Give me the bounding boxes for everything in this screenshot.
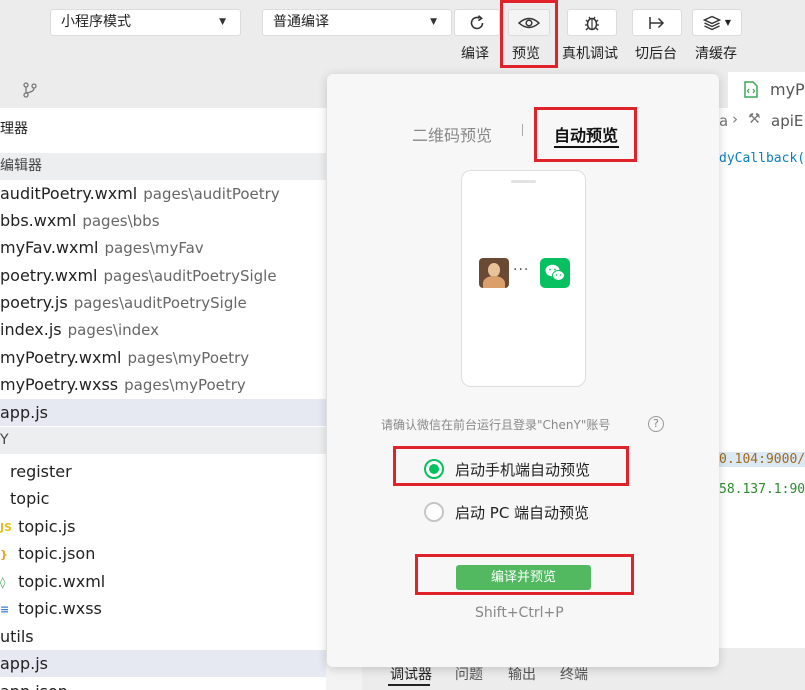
- confirm-login-text: 请确认微信在前台运行且登录"ChenY"账号: [381, 418, 611, 432]
- list-item[interactable]: myFav.wxml pages\myFav: [0, 234, 326, 261]
- code-editor[interactable]: a › ⚒ apiE dyCallback( 0.104:9000/ 58.13…: [719, 108, 805, 648]
- breadcrumb-b: apiE: [771, 112, 804, 130]
- list-item[interactable]: auditPoetry.wxml pages\auditPoetry: [0, 180, 326, 207]
- background-switch-label: 切后台: [635, 46, 677, 62]
- tree-item[interactable]: app.json: [0, 678, 326, 690]
- compile-mode-select[interactable]: 普通编译 ▼: [262, 9, 452, 36]
- chevron-right-icon: ›: [732, 110, 738, 128]
- background-switch-button[interactable]: [632, 9, 682, 36]
- refresh-icon: [470, 14, 484, 29]
- tree-item[interactable]: utils: [0, 623, 326, 650]
- tab-problems[interactable]: 问题: [455, 664, 483, 684]
- tree-item[interactable]: JS topic.js: [0, 513, 326, 540]
- git-branch-icon[interactable]: [22, 81, 38, 99]
- tree-item[interactable]: ≡ topic.wxss: [0, 595, 326, 622]
- avatar: [479, 258, 509, 288]
- compile-and-preview-button[interactable]: 编译并预览: [456, 565, 591, 590]
- open-editors-section[interactable]: 编辑器: [0, 153, 326, 180]
- tab-qr-preview[interactable]: 二维码预览: [412, 122, 492, 146]
- shortcut-hint: Shift+Ctrl+P: [475, 605, 564, 621]
- auto-preview-highlight-box: [534, 107, 637, 162]
- tab-output[interactable]: 输出: [508, 664, 536, 684]
- wxml-file-icon: [744, 81, 758, 98]
- tree-item[interactable]: app.js: [0, 650, 326, 677]
- tree-item[interactable]: ◊ topic.wxml: [0, 568, 326, 595]
- tab-divider: [522, 124, 523, 136]
- wxss-file-icon: ≡: [0, 603, 10, 616]
- tab-mypoetry[interactable]: myPo: [728, 72, 805, 108]
- list-item[interactable]: poetry.wxml pages\auditPoetrySigle: [0, 262, 326, 289]
- preview-popover: 二维码预览 自动预览 ··· 请确认微信在前台运行且登录"ChenY"账号 ? …: [327, 74, 719, 667]
- json-file-icon: }: [0, 548, 8, 561]
- mode-select[interactable]: 小程序模式 ▼: [50, 9, 241, 36]
- pc-auto-preview-radio[interactable]: [424, 502, 444, 522]
- tree-item[interactable]: } topic.json: [0, 540, 326, 567]
- code-line: 58.137.1:90: [719, 482, 805, 497]
- tree-item[interactable]: topic: [0, 485, 326, 512]
- code-line: 0.104:9000/: [719, 452, 805, 467]
- list-item[interactable]: app.js: [0, 399, 326, 426]
- file-explorer: 理器 编辑器 auditPoetry.wxml pages\auditPoetry…: [0, 108, 326, 690]
- compile-mode-value: 普通编译: [273, 14, 329, 30]
- mobile-auto-preview-label[interactable]: 启动手机端自动预览: [455, 459, 590, 480]
- phone-speaker: [511, 180, 536, 183]
- list-item[interactable]: index.js pages\index: [0, 316, 326, 343]
- remote-debug-button[interactable]: [567, 9, 617, 36]
- preview-highlight-box: [500, 0, 558, 68]
- active-tab-indicator: [388, 684, 430, 686]
- clear-cache-label: 清缓存: [695, 46, 737, 62]
- toolbar: 小程序模式 ▼ 普通编译 ▼ 编译 预览 真机调试 切后台 ▼ 清缓存: [0, 0, 805, 72]
- wrench-icon: ⚒: [748, 111, 761, 127]
- tab-mypoetry-label: myPo: [770, 80, 805, 99]
- phone-illustration: ···: [461, 170, 586, 387]
- tab-debugger[interactable]: 调试器: [390, 664, 432, 684]
- tab-terminal[interactable]: 终端: [560, 664, 588, 684]
- bug-icon: [585, 16, 599, 30]
- wxml-file-icon: ◊: [0, 576, 6, 589]
- chevron-down-icon: ▼: [724, 18, 732, 27]
- code-line: dyCallback(: [719, 151, 805, 166]
- remote-debug-label: 真机调试: [562, 46, 618, 62]
- layers-icon: [702, 15, 721, 30]
- arrow-right-bar-icon: [649, 16, 665, 29]
- list-item[interactable]: myPoetry.wxss pages\myPoetry: [0, 371, 326, 398]
- list-item[interactable]: poetry.js pages\auditPoetrySigle: [0, 289, 326, 316]
- list-item[interactable]: bbs.wxml pages\bbs: [0, 207, 326, 234]
- list-item[interactable]: myPoetry.wxml pages\myPoetry: [0, 344, 326, 371]
- js-file-icon: JS: [0, 521, 13, 534]
- breadcrumb-a: a: [719, 112, 729, 130]
- chevron-down-icon: ▼: [430, 17, 437, 27]
- help-icon[interactable]: ?: [648, 416, 664, 432]
- pc-auto-preview-label[interactable]: 启动 PC 端自动预览: [455, 502, 589, 523]
- project-section[interactable]: Y: [0, 427, 326, 454]
- compile-label: 编译: [461, 46, 489, 62]
- chevron-down-icon: ▼: [219, 17, 226, 27]
- tree-item[interactable]: register: [0, 458, 326, 485]
- wechat-icon: [540, 258, 570, 288]
- clear-cache-button[interactable]: ▼: [692, 9, 742, 36]
- explorer-title: 理器: [0, 116, 326, 143]
- mode-select-value: 小程序模式: [61, 14, 131, 30]
- mobile-auto-preview-radio[interactable]: [424, 459, 444, 479]
- connection-dots: ···: [513, 262, 530, 278]
- compile-button[interactable]: [454, 9, 500, 36]
